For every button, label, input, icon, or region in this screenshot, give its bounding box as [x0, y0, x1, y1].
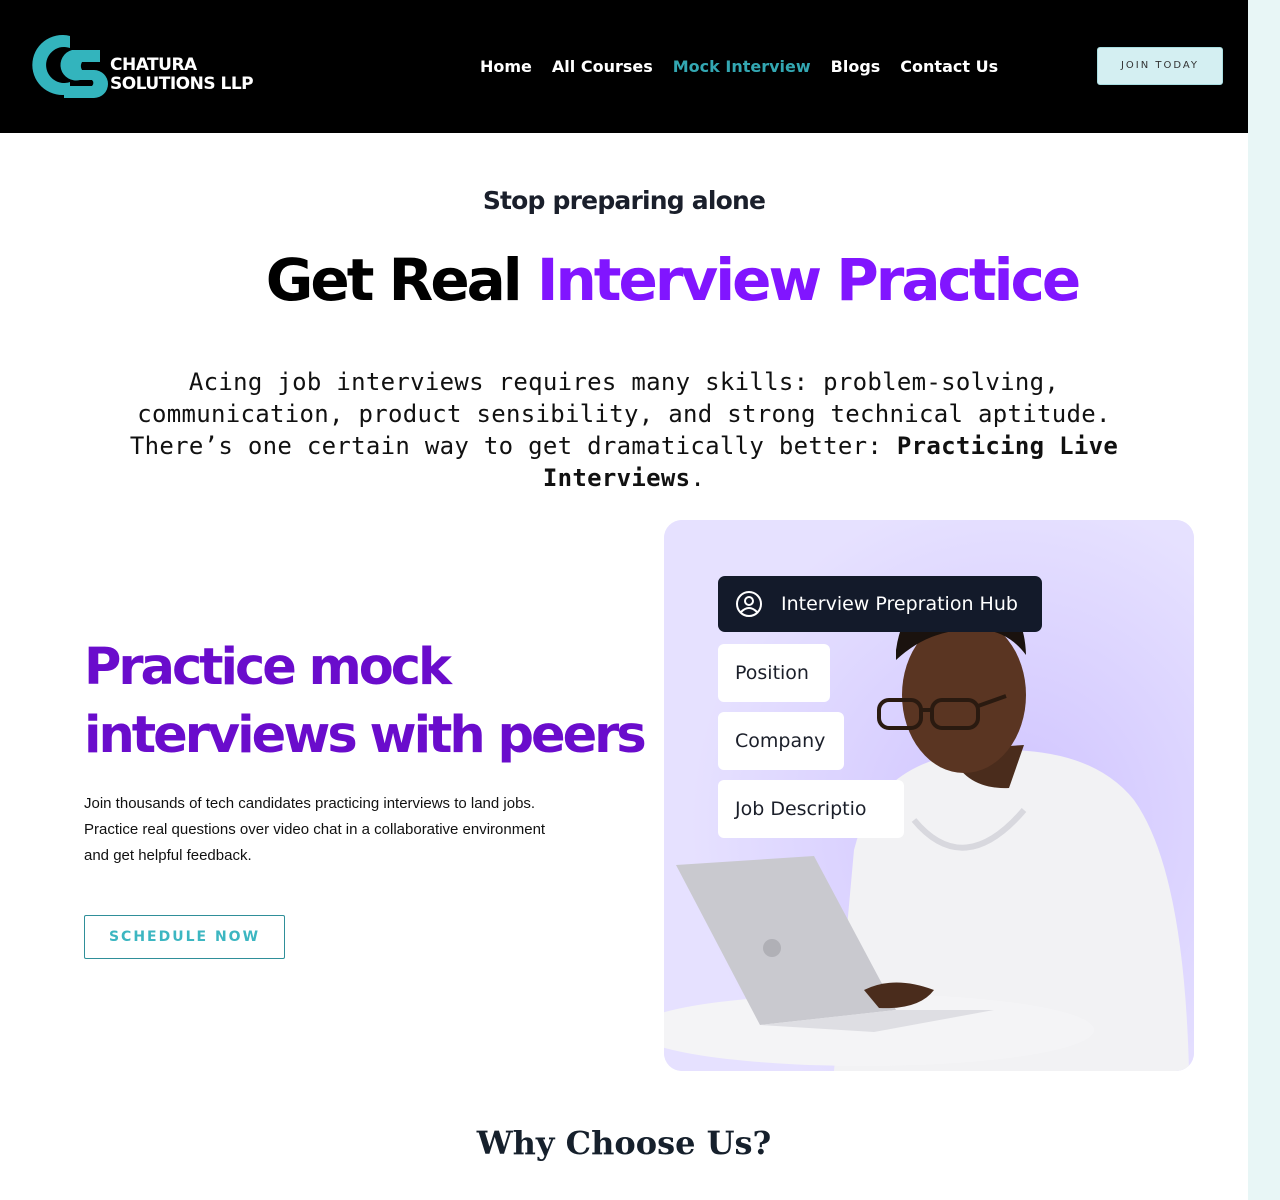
company-chip: Company — [718, 712, 844, 770]
main-nav: Home All Courses Mock Interview Blogs Co… — [470, 56, 1008, 78]
cs-logo-icon — [32, 35, 108, 98]
feature-description-line1: Join thousands of tech candidates practi… — [84, 795, 536, 812]
nav-contact-us[interactable]: Contact Us — [900, 56, 998, 78]
feature-title-line1: Practice mock — [84, 638, 452, 697]
hero-eyebrow: Stop preparing alone — [482, 186, 766, 215]
feature-image: Interview Prepration Hub Position Compan… — [664, 520, 1194, 1071]
brand-name-line2: SOLUTIONS LLP — [110, 74, 254, 94]
brand-logo[interactable]: CHATURA SOLUTIONS LLP — [30, 32, 260, 98]
feature-description: Join thousands of tech candidates practi… — [84, 791, 604, 869]
page: CHATURA SOLUTIONS LLP Home All Courses M… — [0, 0, 1248, 1200]
job-description-chip: Job Descriptio — [718, 780, 904, 838]
feature-description-line3: and get helpful feedback. — [84, 847, 252, 864]
join-today-button[interactable]: JOIN TODAY — [1097, 47, 1223, 85]
brand-name: CHATURA SOLUTIONS LLP — [110, 55, 254, 94]
hero-title-accent: Interview Practice — [536, 246, 1081, 314]
nav-blogs[interactable]: Blogs — [831, 56, 881, 78]
feature-title-line2: interviews with peers — [84, 706, 647, 765]
hero-title: Get Real Interview Practice — [0, 244, 1248, 316]
hero-intro-end: . — [690, 464, 706, 492]
schedule-now-button[interactable]: SCHEDULE NOW — [84, 915, 285, 959]
position-chip: Position — [718, 644, 830, 702]
interview-hub-label: Interview Prepration Hub — [718, 576, 1042, 632]
feature-description-line2: Practice real questions over video chat … — [84, 821, 546, 838]
hero-intro: Acing job interviews requires many skill… — [110, 366, 1138, 494]
why-choose-us-title: Why Choose Us? — [476, 1124, 772, 1162]
feature-title: Practice mock interviews with peers — [84, 634, 647, 770]
nav-home[interactable]: Home — [480, 56, 532, 78]
interview-hub-text: Interview Prepration Hub — [781, 593, 1018, 615]
scroll-gutter — [1248, 0, 1280, 1200]
user-circle-icon — [736, 591, 762, 617]
nav-mock-interview[interactable]: Mock Interview — [673, 56, 811, 78]
nav-all-courses[interactable]: All Courses — [552, 56, 653, 78]
hero-title-plain: Get Real — [265, 246, 523, 314]
site-header: CHATURA SOLUTIONS LLP Home All Courses M… — [0, 0, 1248, 133]
brand-name-line1: CHATURA — [110, 55, 197, 75]
